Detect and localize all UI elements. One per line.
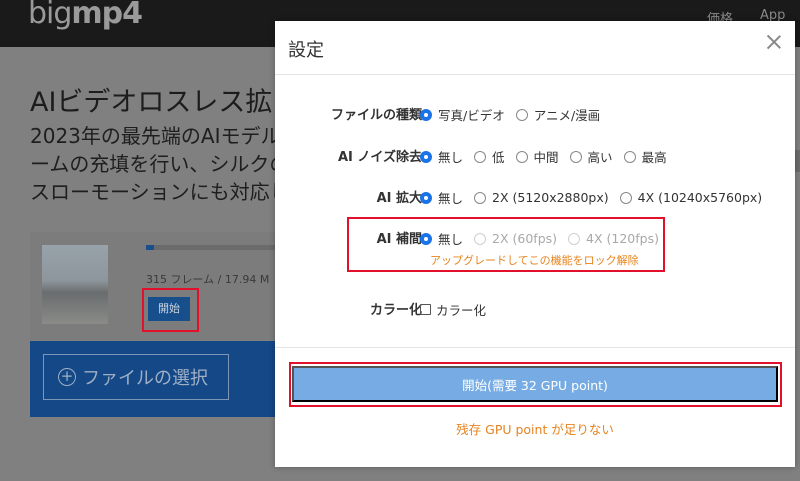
radio-selected-icon [420, 108, 432, 121]
option-label: 中間 [533, 150, 559, 165]
radio-photo-video[interactable]: 写真/ビデオ [420, 105, 505, 124]
file-meta-info: 315 フレーム / 17.94 M [146, 273, 270, 286]
radio-upscale-none[interactable]: 無し [420, 188, 463, 207]
upload-progress-fill [146, 245, 154, 250]
hero-line: ームの充填を行い、シルクの [30, 152, 290, 176]
option-label: 写真/ビデオ [438, 108, 505, 123]
radio-icon [474, 191, 487, 204]
radio-noise-high[interactable]: 高い [569, 147, 613, 166]
file-type-options: 写真/ビデオ アニメ/漫画 [420, 105, 611, 124]
dialog-header: 設定 [275, 21, 795, 75]
select-file-label: ファイルの選択 [82, 368, 208, 389]
upscale-label: AI 拡大 [376, 191, 422, 206]
option-label: 低 [492, 150, 505, 165]
colorize-options: カラー化 [420, 300, 497, 319]
site-logo[interactable]: bigmp4 [28, 0, 143, 31]
hero-title: AIビデオロスレス拡 [30, 87, 273, 118]
option-label: 4X (10240x5760px) [637, 190, 763, 205]
radio-noise-medium[interactable]: 中間 [515, 147, 559, 166]
radio-noise-low[interactable]: 低 [474, 147, 505, 166]
hero-line: 2023年の最先端のAIモデルを [30, 124, 301, 148]
radio-icon [569, 150, 582, 163]
highlight-box [289, 362, 782, 407]
dialog-title: 設定 [288, 40, 324, 61]
option-label: 最高 [641, 150, 667, 165]
radio-selected-icon [420, 191, 432, 204]
radio-noise-none[interactable]: 無し [420, 147, 463, 166]
option-label: カラー化 [436, 303, 487, 318]
upscale-options: 無し 2X (5120x2880px) 4X (10240x5760px) [420, 188, 773, 207]
radio-icon [515, 108, 528, 121]
option-label: 無し [438, 150, 464, 165]
checkbox-icon [420, 304, 431, 315]
radio-selected-icon [420, 150, 432, 163]
radio-noise-max[interactable]: 最高 [623, 147, 667, 166]
radio-upscale-2x[interactable]: 2X (5120x2880px) [474, 190, 609, 205]
side-tab[interactable] [795, 150, 800, 172]
settings-dialog: 設定 ファイルの種類 写真/ビデオ アニメ/漫画 AI ノイズ除去 無し 低 中… [275, 21, 795, 467]
highlight-box [347, 217, 665, 272]
radio-anime-manga[interactable]: アニメ/漫画 [515, 105, 601, 124]
colorize-label: カラー化 [369, 303, 422, 318]
divider [275, 347, 795, 348]
hero-description: 2023年の最先端のAIモデルを ームの充填を行い、シルクの スローモーションに… [30, 122, 300, 206]
colorize-checkbox[interactable]: カラー化 [420, 300, 486, 319]
select-file-button[interactable]: + ファイルの選択 [43, 354, 229, 400]
insufficient-points-warning: 残存 GPU point が足りない [456, 422, 614, 437]
file-type-label: ファイルの種類 [330, 108, 422, 123]
radio-icon [619, 191, 632, 204]
option-label: 高い [587, 150, 613, 165]
option-label: 無し [438, 191, 464, 206]
noise-removal-options: 無し 低 中間 高い 最高 [420, 147, 678, 166]
highlight-box [142, 288, 199, 332]
plus-circle-icon: + [58, 368, 76, 386]
radio-icon [623, 150, 636, 163]
noise-removal-label: AI ノイズ除去 [337, 150, 422, 165]
close-icon[interactable] [767, 35, 781, 49]
radio-upscale-4x[interactable]: 4X (10240x5760px) [619, 190, 763, 205]
radio-icon [515, 150, 528, 163]
option-label: アニメ/漫画 [533, 108, 601, 123]
video-thumbnail [42, 245, 108, 324]
option-label: 2X (5120x2880px) [492, 190, 609, 205]
radio-icon [474, 150, 487, 163]
upload-progress-bar [146, 245, 276, 250]
hero-line: スローモーションにも対応し [30, 180, 290, 204]
